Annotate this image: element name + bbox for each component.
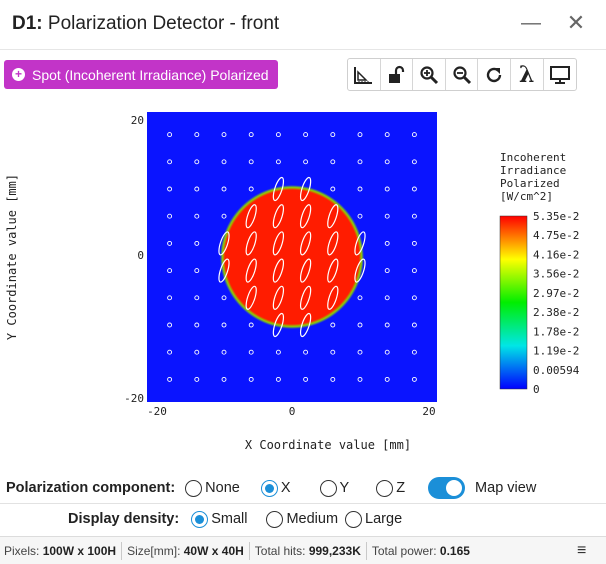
- ruler-button[interactable]: [348, 59, 381, 90]
- colorbar-tick-label: 2.38e-2: [533, 306, 579, 319]
- display-button[interactable]: [544, 59, 577, 90]
- x-axis-label: X Coordinate value [mm]: [245, 438, 411, 452]
- source-type-button[interactable]: + Spot (Incoherent Irradiance) Polarized: [4, 60, 278, 89]
- status-bar: Pixels: 100W x 100H Size[mm]: 40W x 40H …: [0, 536, 606, 564]
- colorbar-title-line: Irradiance: [500, 164, 566, 177]
- radio-y[interactable]: [319, 479, 337, 497]
- zoom-in-icon: [420, 65, 439, 84]
- status-pixels-label: Pixels:: [4, 543, 43, 558]
- source-type-label: Spot (Incoherent Irradiance) Polarized: [32, 66, 269, 83]
- refresh-button[interactable]: [478, 59, 511, 90]
- status-power-label: Total power:: [371, 543, 440, 558]
- colorbar-tick-label: 1.78e-2: [533, 325, 579, 338]
- x-tick-label: 20: [422, 405, 435, 418]
- colorbar-ticks: 5.35e-2 4.75e-2 4.16e-2 3.56e-2 2.97e-2 2.38e…: [533, 210, 580, 396]
- title-bar: D1: Polarization Detector - front — ✕: [0, 0, 606, 50]
- divider: [0, 503, 606, 504]
- radio-z[interactable]: [376, 479, 394, 497]
- detector-title: Polarization Detector - front: [42, 13, 280, 34]
- radio-medium[interactable]: [266, 510, 284, 528]
- colorbar-tick-label: 1.19e-2: [533, 345, 579, 358]
- y-tick-label: 0: [137, 249, 144, 262]
- lambda-icon: λ: [519, 61, 535, 88]
- colorbar-tick-label: 2.97e-2: [533, 287, 579, 300]
- plus-circle-icon: +: [12, 68, 25, 81]
- status-pixels-value: 100W x 100H: [42, 543, 117, 558]
- x-tick-label: -20: [147, 405, 167, 418]
- zoom-out-button[interactable]: [446, 59, 479, 90]
- radio-large[interactable]: [345, 510, 363, 528]
- y-axis-label: Y Coordinate value [mm]: [5, 174, 19, 340]
- density-option-medium[interactable]: Medium: [266, 510, 339, 528]
- polarization-row: Polarization component: None X Y Z Map v…: [0, 475, 606, 501]
- radio-none[interactable]: [185, 479, 203, 497]
- colorbar-title-line: Incoherent: [500, 151, 566, 164]
- status-pixels: Pixels: 100W x 100H: [0, 541, 123, 560]
- polarization-option-x[interactable]: X: [260, 479, 291, 497]
- radio-small[interactable]: [191, 510, 209, 528]
- zoom-out-icon: [452, 65, 471, 84]
- x-tick-label: 0: [289, 405, 296, 418]
- polarization-label: Polarization component:: [6, 480, 176, 496]
- colorbar-tick-label: 0: [533, 383, 540, 396]
- x-tick-labels: -20 0 20: [147, 405, 436, 418]
- polarization-option-z[interactable]: Z: [376, 479, 406, 497]
- status-hits: Total hits: 999,233K: [250, 541, 367, 560]
- status-size-label: Size[mm]:: [127, 543, 184, 558]
- option-label: Y: [339, 480, 350, 496]
- lock-button[interactable]: [381, 59, 414, 90]
- colorbar-tick-label: 4.16e-2: [533, 248, 579, 261]
- status-power: Total power: 0.165: [367, 542, 475, 560]
- map-view-toggle[interactable]: [428, 477, 466, 499]
- option-label: None: [205, 480, 240, 496]
- irradiance-plot: -20 0 20 20 0 -20 X Coordinate value [mm…: [5, 112, 580, 452]
- unlock-icon: [389, 65, 405, 83]
- status-size-value: 40W x 40H: [183, 543, 244, 558]
- colorbar-tick-label: 4.75e-2: [533, 229, 579, 242]
- zoom-in-button[interactable]: [413, 59, 446, 90]
- colorbar-tick-label: 3.56e-2: [533, 268, 579, 281]
- irradiance-spot: [220, 185, 364, 329]
- colorbar-title: Incoherent Irradiance Polarized [W/cm^2]: [500, 151, 566, 203]
- option-label: Z: [396, 480, 406, 496]
- refresh-icon: [486, 67, 502, 82]
- y-tick-labels: 20 0 -20: [124, 114, 144, 405]
- minimize-button[interactable]: —: [516, 10, 546, 36]
- menu-icon[interactable]: ≡: [577, 542, 586, 560]
- polarization-option-y[interactable]: Y: [319, 479, 350, 497]
- ruler-icon: [353, 66, 372, 84]
- density-option-large[interactable]: Large: [345, 510, 403, 528]
- detector-id: D1:: [12, 13, 43, 34]
- status-size: Size[mm]: 40W x 40H: [122, 541, 250, 560]
- colorbar-title-line: [W/cm^2]: [500, 190, 553, 203]
- display-density-label: Display density:: [68, 511, 180, 527]
- option-label: Small: [211, 511, 248, 527]
- wavelength-button[interactable]: λ: [511, 59, 544, 90]
- map-view-label: Map view: [475, 480, 537, 496]
- display-density-row: Display density: Small Medium Large: [0, 506, 606, 532]
- plot-toolbar: λ: [347, 58, 578, 91]
- option-label: Medium: [286, 511, 339, 527]
- colorbar-tick-label: 5.35e-2: [533, 210, 579, 223]
- polarization-option-none[interactable]: None: [185, 479, 240, 497]
- option-label: X: [280, 480, 291, 496]
- option-label: Large: [365, 511, 403, 527]
- colorbar-title-line: Polarized: [500, 177, 560, 190]
- close-button[interactable]: ✕: [561, 10, 591, 36]
- status-hits-value: 999,233K: [308, 543, 361, 558]
- density-option-small[interactable]: Small: [191, 510, 248, 528]
- radio-x[interactable]: [260, 479, 278, 497]
- status-hits-label: Total hits:: [254, 543, 309, 558]
- status-power-value: 0.165: [439, 543, 470, 558]
- colorbar: [499, 215, 528, 390]
- y-tick-label: -20: [124, 392, 144, 405]
- y-tick-label: 20: [131, 114, 144, 127]
- colorbar-tick-label: 0.00594: [533, 364, 580, 377]
- window-title: D1: Polarization Detector - front: [12, 13, 279, 35]
- monitor-icon: [549, 65, 570, 84]
